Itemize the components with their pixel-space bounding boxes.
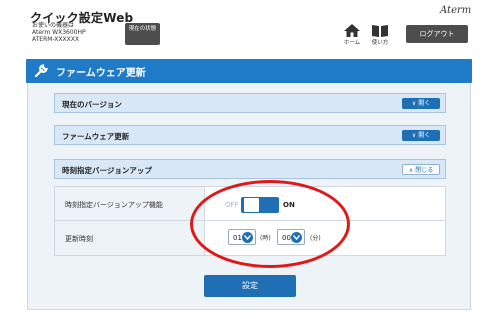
section-label: 現在のバージョン <box>62 100 122 109</box>
open-button-label: 開く <box>418 100 431 107</box>
manual-button[interactable]: 使い方 <box>368 24 392 46</box>
section-label: ファームウェア更新 <box>62 132 130 141</box>
device-label: お使いの機器は <box>32 22 75 29</box>
section-scheduled-update[interactable]: 時刻指定バージョンアップ ∧ 閉じる <box>54 159 446 179</box>
brand-logo: Aterm <box>440 5 472 16</box>
home-button[interactable]: ホーム <box>340 24 364 46</box>
section-current-version[interactable]: 現在のバージョン ∨ 開く <box>54 93 446 113</box>
chevron-down-icon: ∨ <box>411 132 417 139</box>
book-icon <box>372 25 388 37</box>
home-icon <box>344 24 360 37</box>
wrench-icon <box>34 64 48 78</box>
device-id: ATERM-XXXXXX <box>32 36 79 43</box>
open-button[interactable]: ∨ 開く <box>402 98 440 109</box>
home-label: ホーム <box>343 40 361 46</box>
section-firmware-update[interactable]: ファームウェア更新 ∨ 開く <box>54 125 446 145</box>
section-label: 時刻指定バージョンアップ <box>62 166 152 175</box>
auto-update-label: 時刻指定バージョンアップ機能 <box>55 187 205 220</box>
highlight-circle <box>190 180 350 268</box>
chevron-down-icon: ∨ <box>411 100 417 107</box>
close-button[interactable]: ∧ 閉じる <box>402 164 440 175</box>
device-model: Aterm WX3600HP <box>32 29 86 36</box>
update-time-label: 更新時刻 <box>55 221 205 255</box>
logout-button[interactable]: ログアウト <box>406 25 468 43</box>
device-info: お使いの機器は Aterm WX3600HP ATERM-XXXXXX <box>32 22 86 43</box>
submit-button[interactable]: 設定 <box>204 275 296 297</box>
manual-label: 使い方 <box>371 40 389 46</box>
open-button[interactable]: ∨ 開く <box>402 130 440 141</box>
open-button-label: 開く <box>418 132 431 139</box>
close-button-label: 閉じる <box>415 167 434 174</box>
panel-title: ファームウェア更新 <box>56 68 146 79</box>
panel-header: ファームウェア更新 <box>26 59 472 83</box>
chevron-up-icon: ∧ <box>408 167 414 174</box>
header: クイック設定Web お使いの機器は Aterm WX3600HP ATERM-X… <box>0 0 500 48</box>
current-status-button[interactable]: 現在の状態 <box>125 23 160 45</box>
